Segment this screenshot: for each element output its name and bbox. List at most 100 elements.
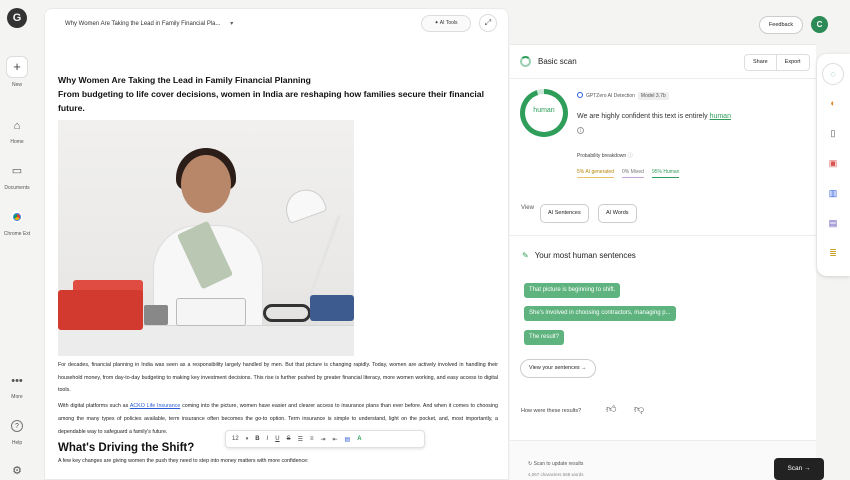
share-export-group: Share Export: [744, 54, 810, 71]
gptzero-icon: [577, 92, 583, 98]
numbered-list-icon[interactable]: ≡: [310, 436, 314, 442]
pen-icon: ✎: [522, 251, 529, 260]
paragraph-1: For decades, financial planning in India…: [58, 362, 498, 394]
confidence-word: human: [709, 113, 731, 120]
ai-tools-button[interactable]: ✦ AI Tools: [421, 15, 471, 32]
bookmark-icon[interactable]: ▥: [826, 186, 840, 200]
ai-sentences-button[interactable]: AI Sentences: [540, 204, 589, 223]
scan-panel: Basic scan Share Export human GPTZero AI…: [510, 44, 824, 480]
format-toolbar: 12 ▾ B I U S ☰ ≡ ⇥ ⇤ ▤ A: [225, 430, 425, 448]
app-logo-icon[interactable]: G: [7, 8, 27, 28]
document-icon[interactable]: ▣: [826, 156, 840, 170]
avatar[interactable]: C: [811, 16, 828, 33]
thumbs-down-icon[interactable]: 👎︎: [634, 403, 644, 415]
outdent-icon[interactable]: ⇤: [333, 436, 338, 443]
scan-status-icon: [520, 56, 531, 67]
indent-icon[interactable]: ⇥: [320, 436, 325, 443]
probability-label: Probability breakdown ⓘ: [577, 152, 633, 159]
home-label[interactable]: Home: [0, 139, 34, 145]
autoscan-text: Scan to update results: [533, 461, 584, 467]
photo-phone: [144, 305, 168, 325]
paragraph-2-start: With digital platforms such as: [58, 403, 130, 410]
more-icon[interactable]: •••: [10, 374, 24, 388]
feedback-question: How were these results?: [521, 408, 582, 414]
notes-icon[interactable]: ≣: [826, 246, 840, 260]
detector-row: GPTZero AI Detection Model 3.7b: [577, 92, 669, 100]
ai-generated-stat: 5% AI generated: [577, 169, 614, 178]
ai-words-button[interactable]: AI Words: [598, 204, 637, 223]
chevron-down-icon[interactable]: ▾: [246, 436, 249, 442]
view-sentences-button[interactable]: View your sentences →: [520, 359, 596, 378]
thumbs-up-icon[interactable]: 👍︎: [606, 403, 616, 415]
chrome-icon[interactable]: [11, 211, 23, 223]
left-rail: G + New ⌂ Home ▭ Documents Chrome Ext ••…: [0, 0, 34, 480]
align-icon[interactable]: ▤: [345, 436, 351, 443]
article-photo: [58, 120, 354, 356]
human-score-ring: human: [520, 89, 568, 137]
human-stat: 95% Human: [651, 169, 680, 178]
document-title-select[interactable]: Why Women Are Taking the Lead in Family …: [65, 20, 233, 27]
help-icon[interactable]: ?: [11, 420, 23, 432]
sentence-chip[interactable]: The result?: [524, 330, 565, 345]
photo-tray: [310, 295, 354, 321]
tool-strip: ◌ ◐ ▯ ▣ ▥ ▤ ≣: [817, 54, 850, 276]
document-panel: Why Women Are Taking the Lead in Family …: [44, 8, 509, 480]
refresh-icon: ↻: [528, 461, 533, 467]
probability-text: Probability breakdown: [577, 153, 627, 159]
new-label: New: [11, 82, 22, 88]
model-badge: Model 3.7b: [637, 92, 669, 100]
paragraph-3: A few key changes are giving women the p…: [58, 458, 309, 465]
sentence-chip[interactable]: She's involved in choosing contractors, …: [524, 306, 676, 321]
divider: [510, 235, 816, 236]
more-label[interactable]: More: [0, 394, 34, 400]
scan-bar: ↻ Scan to update results 4,067 character…: [510, 440, 824, 480]
human-sentences-title-text: Your most human sentences: [534, 251, 636, 260]
expand-icon[interactable]: ⤢: [479, 14, 497, 32]
photo-headset: [263, 304, 311, 322]
citation-icon[interactable]: ▤: [826, 216, 840, 230]
rewrite-icon[interactable]: ◐: [826, 96, 840, 110]
article-heading: Why Women Are Taking the Lead in Family …: [58, 75, 311, 85]
underline-button[interactable]: U: [275, 436, 279, 442]
scan-result: human GPTZero AI Detection Model 3.7b We …: [520, 89, 810, 189]
document-body[interactable]: Why Women Are Taking the Lead in Family …: [58, 73, 498, 464]
info-icon[interactable]: ⓘ: [628, 153, 633, 159]
photo-laptop: [176, 298, 246, 326]
scan-button[interactable]: Scan →: [774, 458, 824, 480]
share-button[interactable]: Share: [745, 55, 776, 70]
photo-folder: [58, 290, 143, 330]
scan-header: Basic scan Share Export: [510, 45, 816, 79]
chrome-ext-label[interactable]: Chrome Ext: [0, 231, 34, 237]
font-size-select[interactable]: 12: [232, 436, 239, 442]
sentence-chip[interactable]: That picture is beginning to shift.: [524, 283, 621, 298]
bold-button[interactable]: B: [255, 436, 259, 442]
scan-title: Basic scan: [538, 57, 577, 66]
export-button[interactable]: Export: [775, 55, 809, 70]
autoscan-label: ↻ Scan to update results: [528, 461, 583, 467]
feedback-button[interactable]: Feedback: [759, 16, 803, 34]
new-doc-button[interactable]: +: [6, 56, 28, 78]
ai-assist-icon[interactable]: A: [357, 436, 361, 442]
home-icon[interactable]: ⌂: [10, 119, 24, 133]
documents-label[interactable]: Documents: [0, 185, 34, 191]
strikethrough-button[interactable]: S: [287, 436, 291, 442]
confidence-text: We are highly confident this text is ent…: [577, 113, 731, 120]
info-icon[interactable]: i: [577, 127, 584, 134]
view-label: View: [521, 205, 534, 211]
bullet-list-icon[interactable]: ☰: [298, 436, 303, 443]
human-sentences-title: ✎ Your most human sentences: [522, 251, 636, 260]
italic-button[interactable]: I: [267, 436, 269, 442]
probability-breakdown: 5% AI generated 0% Mixed 95% Human: [577, 169, 680, 178]
folder-icon[interactable]: ▭: [10, 164, 24, 178]
detector-label: GPTZero AI Detection: [586, 93, 635, 99]
help-label[interactable]: Help: [0, 440, 34, 446]
document-title-text: Why Women Are Taking the Lead in Family …: [65, 20, 221, 27]
chevron-down-icon: ▾: [230, 20, 234, 27]
book-icon[interactable]: ▯: [826, 126, 840, 140]
character-count: 4,067 characters 568 words: [528, 472, 584, 477]
gptzero-scan-icon[interactable]: ◌: [822, 63, 844, 85]
acko-link[interactable]: ACKO Life Insurance: [130, 403, 180, 409]
photo-person-head: [181, 155, 231, 213]
settings-icon[interactable]: ⚙: [10, 464, 24, 478]
article-subheading: From budgeting to life cover decisions, …: [58, 89, 484, 113]
